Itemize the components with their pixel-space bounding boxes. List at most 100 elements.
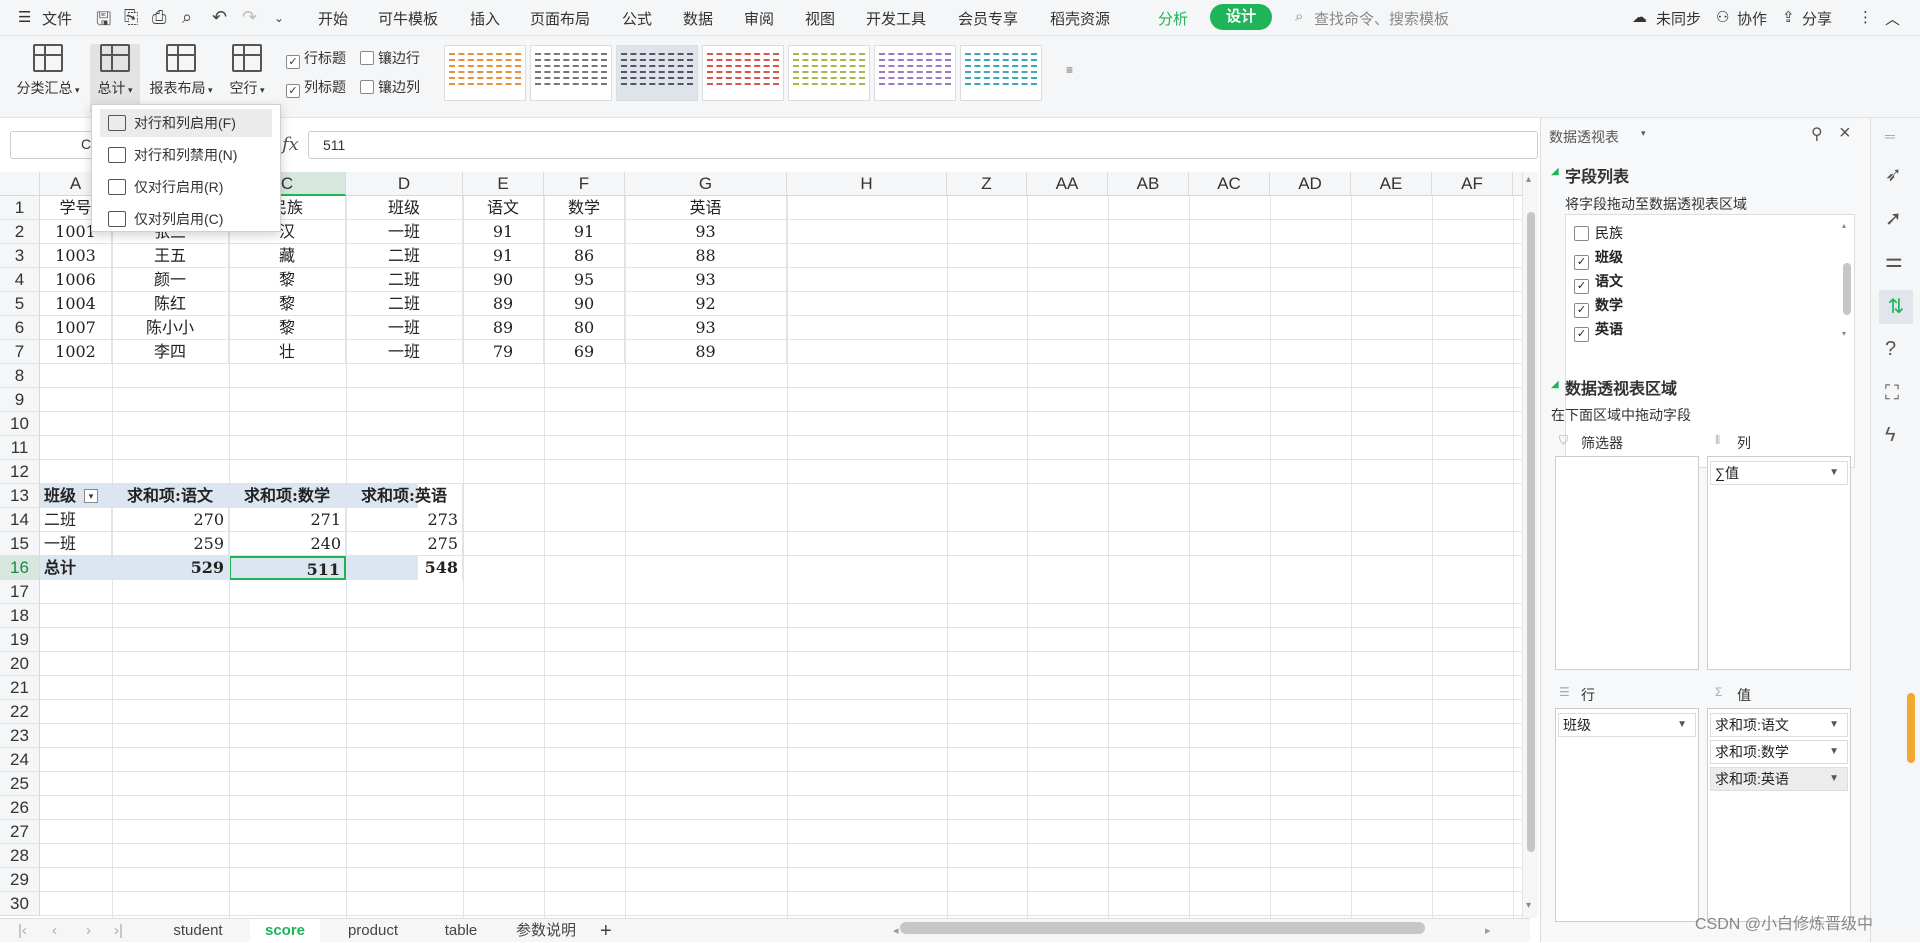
check-icon[interactable]: ✓ [1574, 327, 1589, 342]
sheet-tab-table[interactable]: table [426, 919, 496, 943]
dropdown-arrow-icon[interactable]: ▼ [1829, 768, 1839, 790]
collab-button[interactable]: 协作 [1737, 8, 1767, 29]
lightning-icon[interactable]: ϟ [1885, 424, 1896, 447]
tab-view[interactable]: 视图 [805, 8, 835, 29]
cell[interactable]: 一班 [346, 316, 463, 340]
row-header[interactable]: 23 [0, 724, 40, 748]
pivot-filter-dropdown-icon[interactable]: ▾ [84, 489, 98, 503]
pivot-total-cell[interactable]: 548 [346, 556, 463, 580]
row-header[interactable]: 22 [0, 700, 40, 724]
cell[interactable]: 黎 [229, 316, 346, 340]
header-cell[interactable]: 数学 [544, 196, 625, 220]
pivot-style-teal[interactable] [960, 45, 1042, 101]
search-icon[interactable]: ⌕ [1295, 8, 1303, 25]
cell[interactable]: 藏 [229, 244, 346, 268]
print-preview-icon[interactable]: ⌕ [182, 7, 192, 28]
vertical-scroll-thumb[interactable] [1527, 212, 1535, 852]
zone-field-item[interactable]: 求和项:语文 ▼ [1710, 713, 1848, 737]
pointer-icon[interactable]: ➚ [1885, 206, 1902, 231]
tab-developer[interactable]: 开发工具 [866, 8, 926, 29]
pivot-style-purple[interactable] [874, 45, 956, 101]
cell[interactable]: 一班 [346, 220, 463, 244]
collapse-triangle-icon[interactable]: ◢ [1551, 166, 1559, 177]
scroll-down-icon[interactable]: ▾ [1842, 329, 1846, 338]
tab-templates[interactable]: 可牛模板 [378, 8, 438, 29]
cell[interactable]: 93 [625, 220, 787, 244]
pivot-header-cell[interactable]: 求和项:英语 [346, 484, 463, 508]
command-search-input[interactable]: 查找命令、搜索模板 [1314, 8, 1449, 29]
cell[interactable]: 1007 [40, 316, 112, 340]
last-sheet-icon[interactable]: ›| [114, 919, 123, 943]
spreadsheet-grid[interactable]: ABCDEFGHZAAABACADAEAF 1学号姓名民族班级语文数学英语210… [0, 172, 1530, 920]
rows-zone[interactable]: 班级 ▼ [1555, 708, 1699, 922]
zone-field-item[interactable]: 求和项:数学 ▼ [1710, 740, 1848, 764]
row-header[interactable]: 4 [0, 268, 40, 292]
pivot-style-slate[interactable] [616, 45, 698, 101]
gallery-more-icon[interactable]: ≡ [1066, 63, 1073, 77]
field-checkbox-item[interactable]: ✓ 英语 [1574, 319, 1623, 342]
row-header[interactable]: 13 [0, 484, 40, 508]
panel-title-chevron-icon[interactable]: ▾ [1641, 128, 1646, 139]
header-cell[interactable]: 英语 [625, 196, 787, 220]
row-header[interactable]: 11 [0, 436, 40, 460]
enable-rows-cols-item[interactable]: 对行和列启用(F) [100, 109, 272, 137]
cell[interactable]: 颜一 [112, 268, 229, 292]
tab-review[interactable]: 审阅 [744, 8, 774, 29]
cell[interactable]: 93 [625, 316, 787, 340]
sliders-icon[interactable]: ⚌ [1885, 248, 1903, 273]
dropdown-arrow-icon[interactable]: ▼ [1829, 714, 1839, 736]
row-header[interactable]: 28 [0, 844, 40, 868]
cell[interactable]: 79 [463, 340, 544, 364]
row-header[interactable]: 21 [0, 676, 40, 700]
row-header[interactable]: 3 [0, 244, 40, 268]
field-list-thumb[interactable] [1843, 263, 1851, 315]
row-header[interactable]: 14 [0, 508, 40, 532]
scroll-right-icon[interactable]: ▸ [1485, 919, 1491, 943]
image-icon[interactable]: ⛶ [1885, 382, 1899, 405]
column-header[interactable]: AF [1432, 172, 1513, 196]
pivot-style-orange[interactable] [444, 45, 526, 101]
formula-input[interactable]: 511 [308, 131, 1538, 159]
cell[interactable]: 91 [463, 220, 544, 244]
pivot-header-cell[interactable]: 求和项:语文 [112, 484, 229, 508]
cell[interactable]: 91 [544, 220, 625, 244]
cloud-sync-icon[interactable]: ☁ [1632, 8, 1647, 26]
tab-member[interactable]: 会员专享 [958, 8, 1018, 29]
pivot-cell[interactable]: 一班 [40, 532, 112, 556]
row-header[interactable]: 20 [0, 652, 40, 676]
panel-title[interactable]: 数据透视表 [1549, 127, 1619, 147]
row-header[interactable]: 27 [0, 820, 40, 844]
tab-start[interactable]: 开始 [318, 8, 348, 29]
sheet-tab-product[interactable]: product [330, 919, 416, 943]
cell[interactable]: 陈小小 [112, 316, 229, 340]
row-header[interactable]: 6 [0, 316, 40, 340]
row-header[interactable]: 16 [0, 556, 40, 580]
header-cell[interactable]: 语文 [463, 196, 544, 220]
pivot-cell[interactable]: 275 [346, 532, 463, 556]
cols-only-item[interactable]: 仅对列启用(C) [100, 205, 272, 233]
cell[interactable]: 89 [625, 340, 787, 364]
row-header[interactable]: 29 [0, 868, 40, 892]
select-all-corner[interactable] [0, 172, 40, 196]
rows-only-item[interactable]: 仅对行启用(R) [100, 173, 272, 201]
rocket-icon[interactable]: ➶ [1885, 162, 1902, 187]
file-menu[interactable]: 文件 [42, 8, 72, 29]
row-header[interactable]: 2 [0, 220, 40, 244]
field-checkbox-item[interactable]: ✓ 班级 [1574, 247, 1623, 270]
columns-zone[interactable]: ∑值 ▼ [1707, 456, 1851, 670]
row-header[interactable]: 9 [0, 388, 40, 412]
sheet-tab-score[interactable]: score [250, 919, 320, 943]
row-header[interactable]: 18 [0, 604, 40, 628]
banded-cols-checkbox[interactable]: 镶边列 [360, 77, 420, 97]
cell[interactable]: 80 [544, 316, 625, 340]
first-sheet-icon[interactable]: |‹ [18, 919, 27, 943]
row-header[interactable]: 24 [0, 748, 40, 772]
add-sheet-icon[interactable]: + [600, 919, 612, 943]
dropdown-arrow-icon[interactable]: ▼ [1829, 741, 1839, 763]
save-icon[interactable]: 🖫 [96, 7, 111, 37]
cell[interactable]: 90 [463, 268, 544, 292]
column-header[interactable]: AD [1270, 172, 1351, 196]
next-sheet-icon[interactable]: › [86, 919, 91, 943]
pivot-cell[interactable]: 259 [112, 532, 229, 556]
cell[interactable]: 92 [625, 292, 787, 316]
